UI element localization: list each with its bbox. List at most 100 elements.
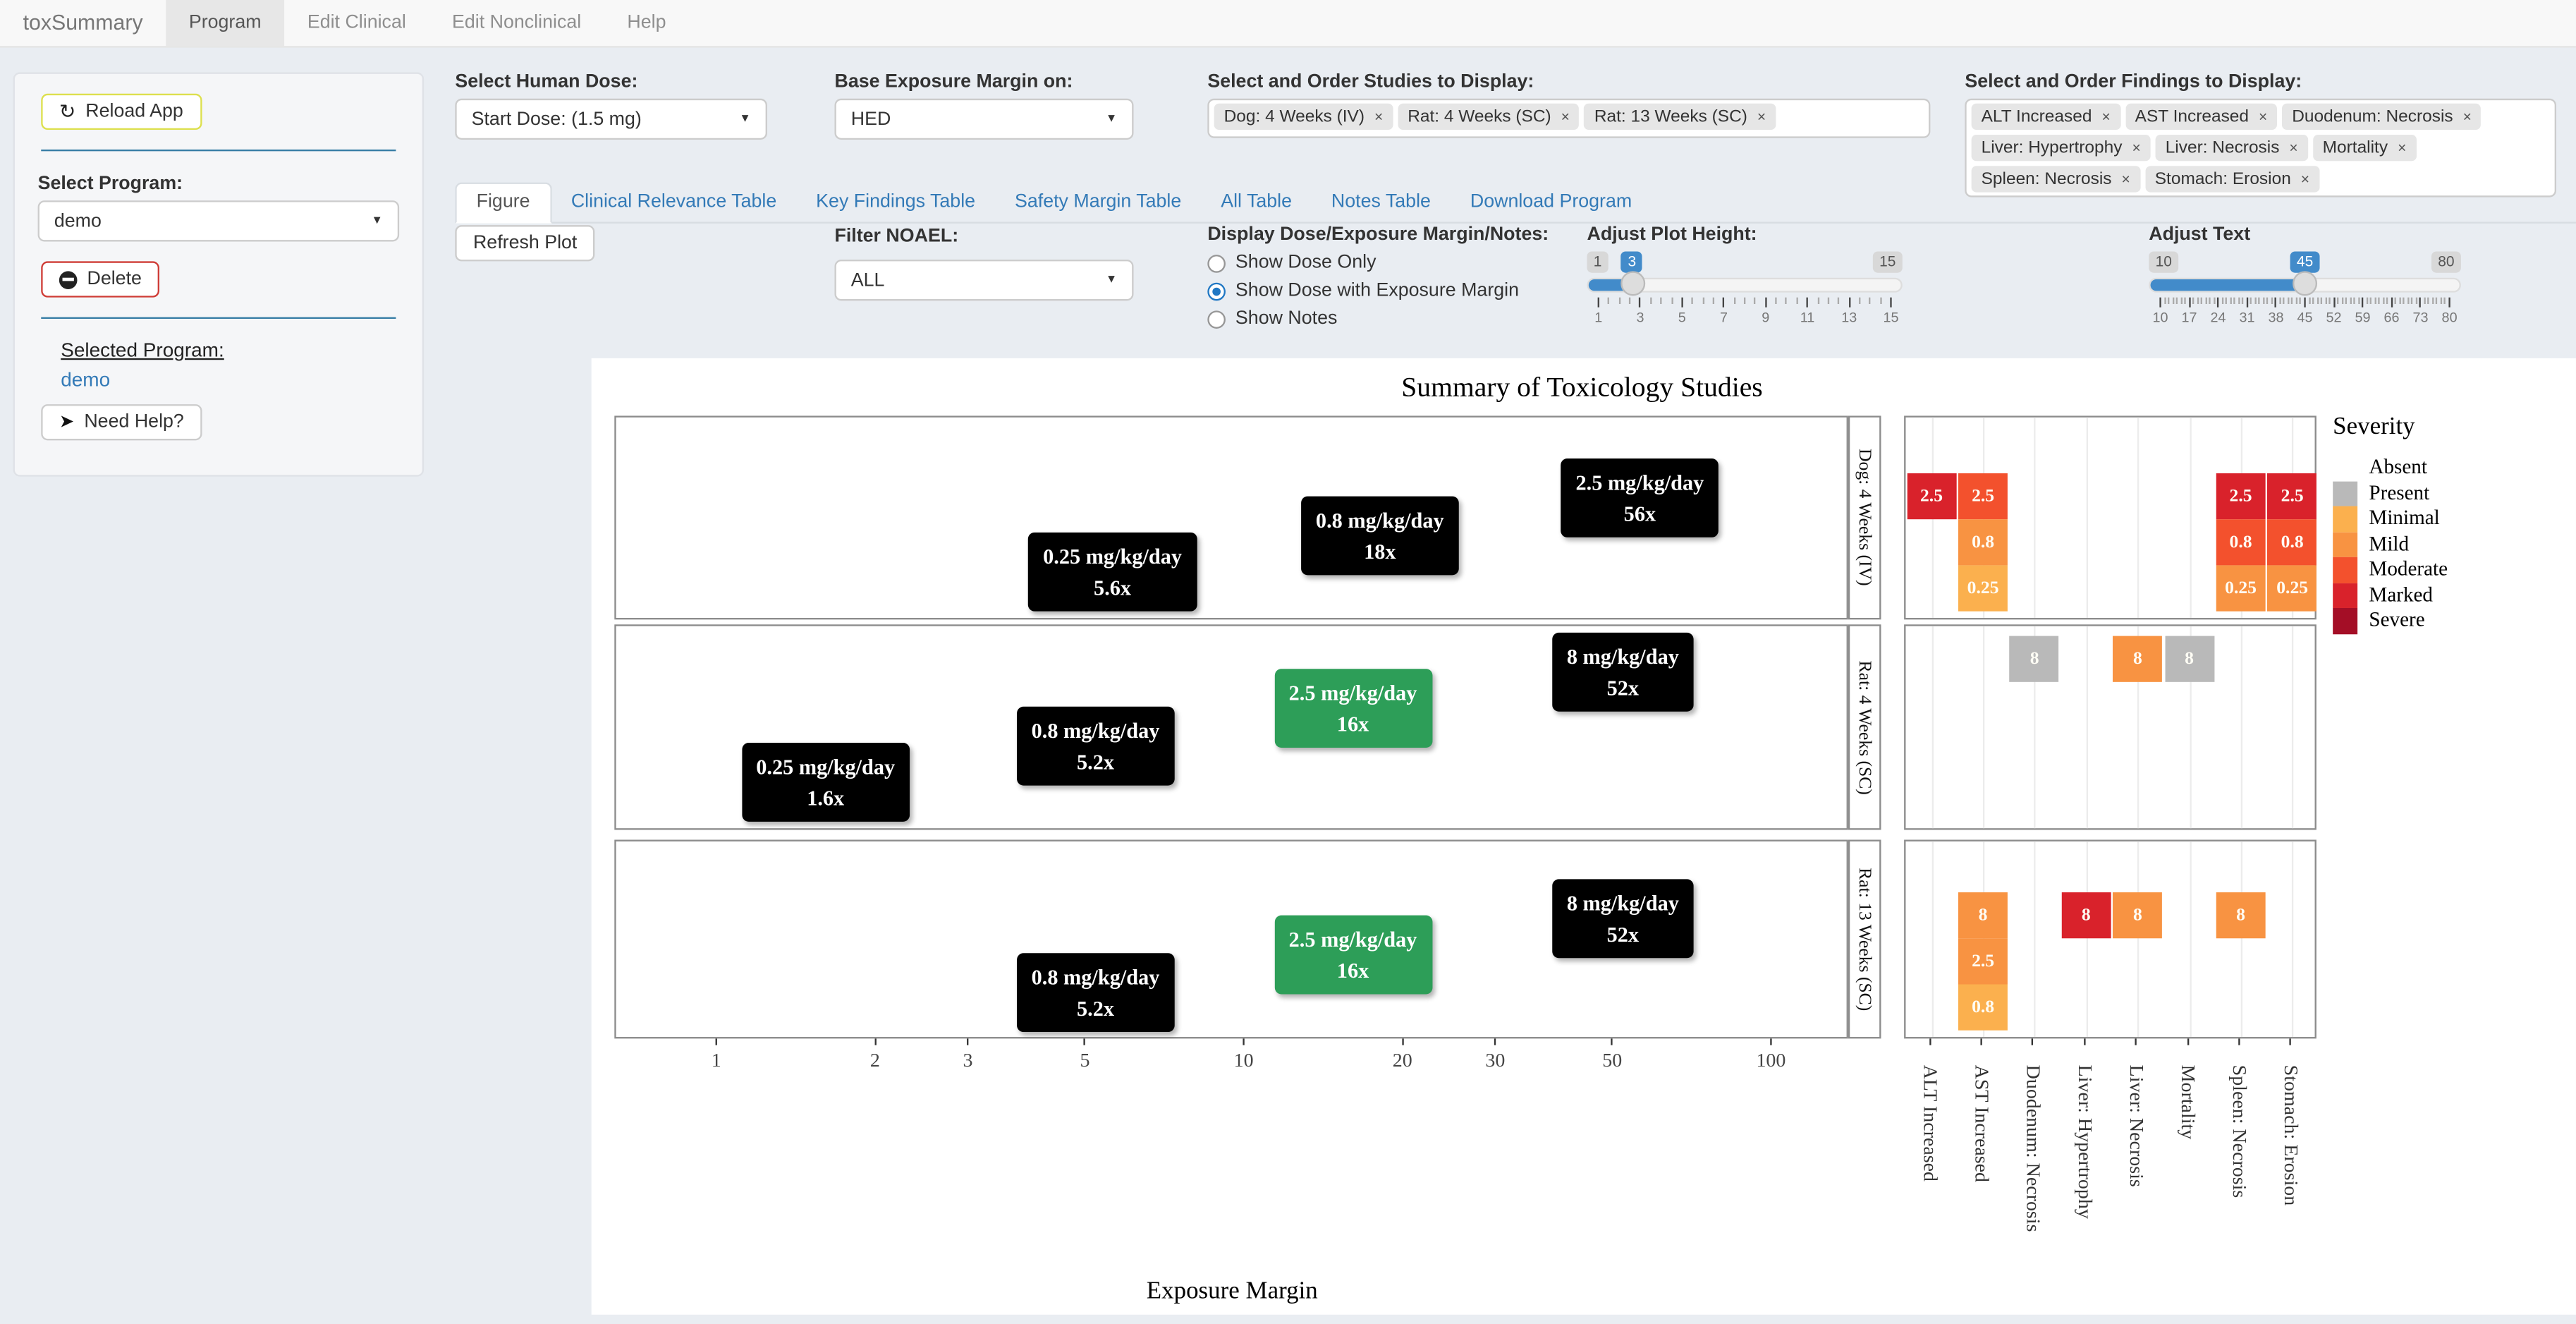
remove-chip-icon[interactable]: × — [2132, 140, 2140, 156]
heatmap-cell: 0.8 — [2216, 518, 2266, 564]
selected-program-link[interactable]: demo — [61, 368, 399, 391]
remove-chip-icon[interactable]: × — [2398, 140, 2406, 156]
chip-ast-increased[interactable]: AST Increased× — [2125, 104, 2278, 130]
dose-box-margin: 5.2x — [1032, 746, 1160, 777]
radio-option-show-dose-with-exposure-margin[interactable]: Show Dose with Exposure Margin — [1207, 281, 1585, 300]
slider-minor-tick — [2370, 298, 2371, 303]
tab-figure[interactable]: Figure — [455, 183, 551, 224]
tab-notes-table[interactable]: Notes Table — [1312, 184, 1451, 222]
tab-all-table[interactable]: All Table — [1201, 184, 1312, 222]
dose-box: 2.5 mg/kg/day16x — [1274, 669, 1432, 748]
chip-label: Mortality — [2323, 138, 2388, 158]
slider-minor-tick — [2205, 298, 2206, 303]
slider-minor-tick — [2283, 298, 2285, 303]
plot-height-slider-ticks — [1599, 298, 1891, 308]
slider-minor-tick — [2321, 298, 2322, 303]
dose-box: 0.25 mg/kg/day1.6x — [741, 743, 910, 822]
slider-minor-tick — [1786, 298, 1787, 303]
heatmap-cell: 0.25 — [1958, 564, 2008, 610]
nav-item-help[interactable]: Help — [604, 0, 689, 46]
slider-minor-tick — [2445, 298, 2446, 303]
radio-icon[interactable] — [1207, 254, 1226, 272]
slider-tick — [1848, 298, 1850, 308]
radio-option-show-dose-only[interactable]: Show Dose Only — [1207, 253, 1585, 273]
dose-box-margin: 16x — [1289, 708, 1417, 739]
dose-box-dose: 0.8 mg/kg/day — [1032, 714, 1160, 745]
base-margin-select[interactable]: HED ▼ — [834, 99, 1133, 140]
filter-noael-value: ALL — [851, 270, 885, 290]
tab-clinical-relevance-table[interactable]: Clinical Relevance Table — [551, 184, 796, 222]
chip-duodenum-necrosis[interactable]: Duodenum: Necrosis× — [2282, 104, 2482, 130]
facet-strip-1: Rat: 4 Weeks (SC) — [1848, 624, 1881, 830]
filter-noael-select[interactable]: ALL ▼ — [834, 260, 1133, 300]
tab-download-program[interactable]: Download Program — [1451, 184, 1652, 222]
radio-option-show-notes[interactable]: Show Notes — [1207, 309, 1585, 329]
slider-minor-tick — [2296, 298, 2297, 303]
need-help-button[interactable]: ➤ Need Help? — [41, 404, 202, 440]
facet-strip-label: Rat: 4 Weeks (SC) — [1855, 660, 1874, 794]
legend-entry-severe: Severe — [2333, 608, 2448, 633]
nav-item-edit-clinical[interactable]: Edit Clinical — [284, 0, 429, 46]
dose-box: 8 mg/kg/day52x — [1552, 879, 1694, 958]
slider-tick — [2333, 298, 2334, 308]
chip-dog-4-weeks-iv-[interactable]: Dog: 4 Weeks (IV)× — [1214, 104, 1393, 130]
x-axis-tick-label: 50 — [1602, 1048, 1622, 1073]
remove-chip-icon[interactable]: × — [1374, 109, 1383, 125]
remove-chip-icon[interactable]: × — [1561, 109, 1570, 125]
slider-tick-label: 7 — [1720, 309, 1728, 325]
remove-chip-icon[interactable]: × — [1757, 109, 1766, 125]
slider-minor-tick — [2172, 298, 2173, 303]
x-axis-tick-label: 2 — [870, 1048, 880, 1073]
radio-icon[interactable] — [1207, 310, 1226, 328]
slider-minor-tick — [2432, 298, 2434, 303]
plot-height-slider-track[interactable] — [1587, 278, 1902, 293]
heatmap-cell: 0.25 — [2268, 564, 2317, 610]
legend-swatch-moderate — [2333, 557, 2357, 583]
slider-minor-tick — [1880, 298, 1881, 303]
tab-safety-margin-table[interactable]: Safety Margin Table — [995, 184, 1201, 222]
human-dose-select[interactable]: Start Dose: (1.5 mg) ▼ — [455, 99, 767, 140]
dose-box-dose: 0.8 mg/kg/day — [1032, 961, 1160, 992]
slider-minor-tick — [1733, 298, 1735, 303]
legend-swatch-minimal — [2333, 506, 2357, 532]
chip-liver-hypertrophy[interactable]: Liver: Hypertrophy× — [1972, 135, 2151, 161]
slider-tick — [1765, 298, 1766, 308]
heatmap-cell: 0.8 — [1958, 518, 2008, 564]
slider-minor-tick — [2234, 298, 2235, 303]
heatmap-column-tick — [2135, 1038, 2137, 1045]
reload-app-button[interactable]: ↻ Reload App — [41, 94, 201, 130]
plot-height-slider-handle[interactable] — [1621, 271, 1646, 296]
remove-chip-icon[interactable]: × — [2259, 109, 2267, 125]
slider-minor-tick — [2350, 298, 2351, 303]
remove-chip-icon[interactable]: × — [2101, 109, 2110, 125]
chip-liver-necrosis[interactable]: Liver: Necrosis× — [2156, 135, 2308, 161]
refresh-plot-button[interactable]: Refresh Plot — [455, 225, 595, 261]
tab-key-findings-table[interactable]: Key Findings Table — [796, 184, 995, 222]
legend-entry-label: Absent — [2357, 456, 2427, 480]
nav-item-edit-nonclinical[interactable]: Edit Nonclinical — [429, 0, 604, 46]
studies-chips[interactable]: Dog: 4 Weeks (IV)×Rat: 4 Weeks (SC)×Rat:… — [1207, 99, 1930, 138]
dose-box: 0.8 mg/kg/day5.2x — [1017, 953, 1175, 1032]
slider-tick-label: 5 — [1678, 309, 1686, 325]
chip-rat-4-weeks-sc-[interactable]: Rat: 4 Weeks (SC)× — [1398, 104, 1580, 130]
text-slider-handle[interactable] — [2293, 271, 2317, 296]
slider-minor-tick — [2366, 298, 2367, 303]
chip-rat-13-weeks-sc-[interactable]: Rat: 13 Weeks (SC)× — [1585, 104, 1776, 130]
findings-chips[interactable]: ALT Increased×AST Increased×Duodenum: Ne… — [1965, 99, 2556, 198]
chip-mortality[interactable]: Mortality × — [2313, 135, 2417, 161]
delete-program-button[interactable]: Delete — [41, 261, 159, 297]
nav-item-program[interactable]: Program — [166, 0, 284, 46]
chip-alt-increased[interactable]: ALT Increased× — [1972, 104, 2120, 130]
x-axis-tick — [1770, 1038, 1771, 1045]
slider-minor-tick — [2279, 298, 2281, 303]
dose-box-dose: 2.5 mg/kg/day — [1289, 677, 1417, 708]
remove-chip-icon[interactable]: × — [2289, 140, 2297, 156]
slider-tick — [2275, 298, 2276, 308]
radio-icon[interactable] — [1207, 282, 1226, 300]
text-slider-track[interactable] — [2149, 278, 2461, 293]
slider-tick-label: 3 — [1637, 309, 1644, 325]
program-select[interactable]: demo ▼ — [38, 200, 400, 241]
finding-column-label: AST Increased — [1969, 1065, 1994, 1182]
dose-box-margin: 5.6x — [1043, 572, 1182, 603]
remove-chip-icon[interactable]: × — [2463, 109, 2472, 125]
